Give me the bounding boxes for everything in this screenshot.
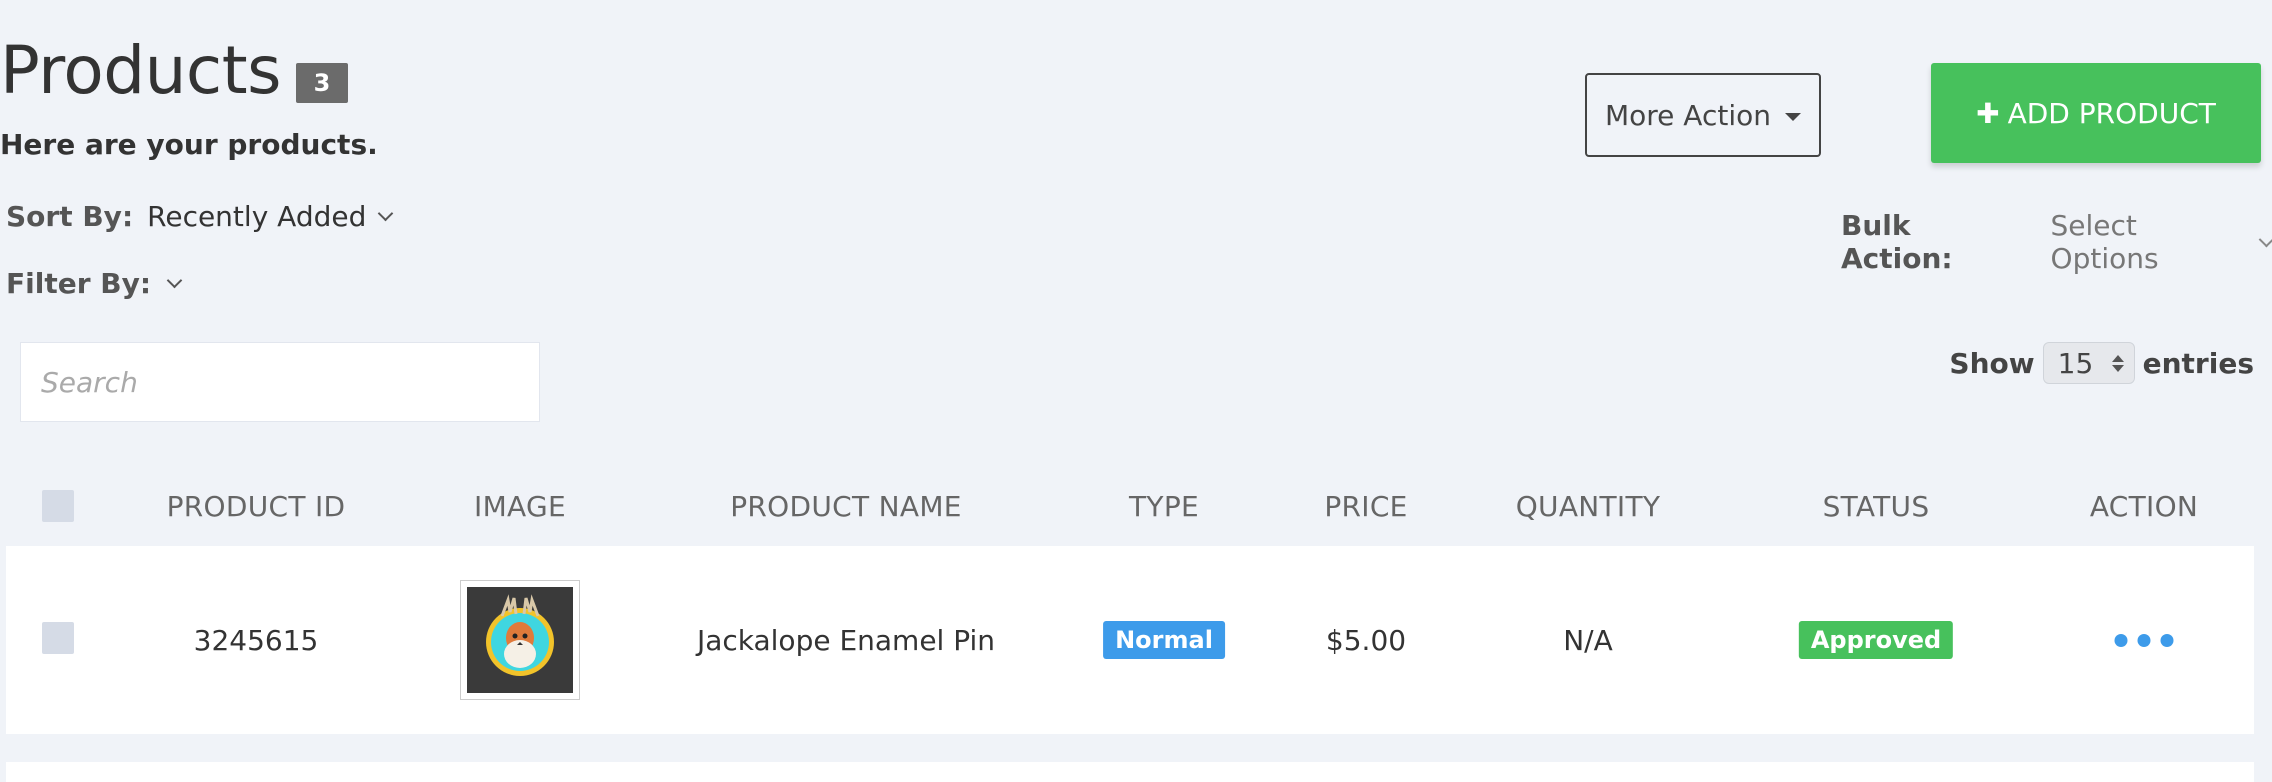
caret-down-icon (1785, 113, 1801, 121)
row-checkbox[interactable] (42, 622, 74, 654)
more-action-label: More Action (1604, 98, 1771, 132)
entries-select[interactable]: 15 (2042, 342, 2135, 384)
bulk-action-label: Bulk Action: (1841, 209, 1953, 275)
chevron-down-icon (166, 272, 183, 289)
filter-by-label: Filter By: (6, 267, 152, 300)
sort-by-dropdown[interactable]: Recently Added (147, 200, 394, 233)
add-product-button[interactable]: ✚ ADD PRODUCT (1931, 63, 2261, 163)
more-options-icon[interactable] (2114, 633, 2174, 647)
table-row (6, 762, 2254, 782)
bulk-action-value: Select Options (2050, 209, 2159, 275)
product-name-cell[interactable]: Jackalope Enamel Pin (697, 546, 995, 734)
column-header-price[interactable]: PRICE (1324, 470, 1407, 542)
filter-by-row: Filter By: (6, 267, 183, 300)
table-header: PRODUCT ID IMAGE PRODUCT NAME TYPE PRICE… (6, 470, 2254, 542)
column-header-type[interactable]: TYPE (1129, 470, 1199, 542)
quantity-cell: N/A (1563, 623, 1613, 657)
column-header-product-id[interactable]: PRODUCT ID (167, 470, 346, 542)
chevron-down-icon (378, 205, 394, 222)
column-header-status[interactable]: STATUS (1823, 470, 1930, 542)
updown-arrows-icon (2111, 354, 2124, 372)
bulk-action-select[interactable]: Select Options (2051, 209, 2272, 275)
sort-by-row: Sort By: Recently Added (6, 200, 394, 233)
page-title: Products (0, 32, 281, 109)
status-cell: Approved (1798, 546, 1954, 734)
show-entries: Show 15 entries (1949, 342, 2254, 384)
product-thumbnail[interactable] (460, 580, 580, 700)
sort-by-label: Sort By: (6, 200, 134, 233)
show-label: Show (1949, 346, 2035, 380)
column-header-quantity[interactable]: QUANTITY (1516, 470, 1661, 542)
column-header-product-name[interactable]: PRODUCT NAME (730, 470, 962, 542)
column-header-image: IMAGE (474, 489, 566, 523)
page-subtitle: Here are your products. (0, 128, 378, 161)
search-input[interactable] (20, 342, 540, 422)
entries-value: 15 (2057, 346, 2094, 380)
entries-label: entries (2142, 346, 2254, 380)
select-all-checkbox[interactable] (42, 490, 74, 522)
column-header-action: ACTION (2089, 489, 2199, 523)
price-cell: $5.00 (1325, 623, 1407, 657)
filter-by-dropdown[interactable] (166, 272, 183, 289)
more-action-button[interactable]: More Action (1585, 73, 1821, 157)
chevron-down-icon (2259, 231, 2272, 247)
plus-icon: ✚ (1976, 96, 2000, 130)
action-cell (2114, 546, 2174, 734)
type-badge: Normal (1103, 621, 1225, 659)
product-id-cell: 3245615 (193, 623, 319, 657)
sort-by-value: Recently Added (147, 200, 367, 233)
bulk-action-row: Bulk Action: Select Options (1841, 209, 2272, 275)
add-product-label: ADD PRODUCT (2007, 96, 2216, 130)
jackalope-pin-image (467, 587, 573, 693)
status-badge: Approved (1798, 621, 1954, 659)
product-count-badge: 3 (296, 63, 348, 103)
product-image-cell (460, 546, 580, 734)
type-cell: Normal (1103, 546, 1225, 734)
table-row: 3245615 Jackalope Enamel Pin Normal $5.0… (6, 546, 2254, 734)
